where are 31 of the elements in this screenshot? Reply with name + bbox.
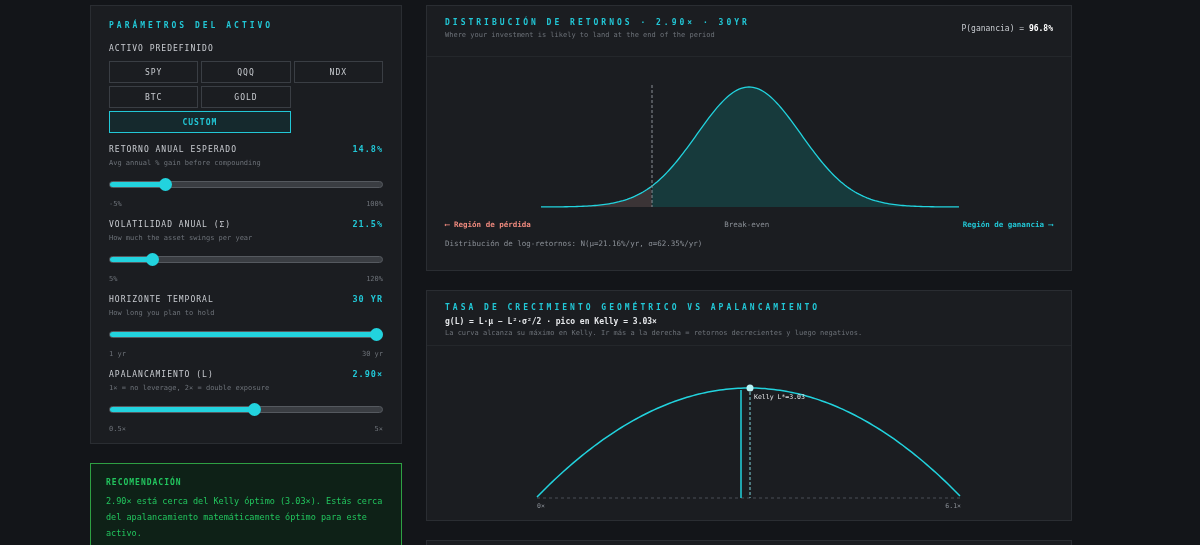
slider-label: RETORNO ANUAL ESPERADO — [109, 145, 237, 154]
slider-thumb[interactable] — [158, 178, 172, 191]
slider-label: HORIZONTE TEMPORAL — [109, 295, 214, 304]
slider-thumb[interactable] — [248, 403, 262, 416]
preset-button[interactable]: SPY — [109, 61, 199, 83]
preset-button[interactable]: GOLD — [201, 86, 291, 108]
slider[interactable] — [109, 328, 383, 341]
preset-button[interactable]: BTC — [109, 86, 199, 108]
slider-thumb[interactable] — [370, 328, 383, 341]
slider-label: APALANCAMIENTO (L) — [109, 370, 214, 379]
preset-button[interactable]: QQQ — [201, 61, 291, 83]
formula-text: g(L) = L·μ − L²·σ²/2 · pico en Kelly = 3.03× — [445, 317, 658, 326]
preset-button[interactable]: CUSTOM — [109, 111, 291, 133]
recommendation-text: 2.90× está cerca del Kelly óptimo (3.03×). Estás cerca del apalancamiento matemáticamente óptimo para este activo. — [106, 495, 384, 540]
probability-text: P(ganancia) = 96.8% — [961, 24, 1053, 35]
chart-title: DISTRIBUCIÓN DE RETORNOS · 2.90× · 30YR — [445, 18, 750, 27]
chart-title: TASA DE CRECIMIENTO GEOMÉTRICO VS APALANCAMIENTO — [445, 303, 822, 312]
slider[interactable] — [109, 253, 383, 266]
preset-button[interactable]: NDX — [293, 61, 383, 83]
panel-title: PARÁMETROS DEL ACTIVO — [109, 21, 275, 30]
slider[interactable] — [109, 403, 383, 416]
slider[interactable] — [109, 178, 383, 191]
slider-thumb[interactable] — [146, 253, 160, 266]
slider-value: 30 YR — [352, 294, 383, 304]
kelly-peak-point — [746, 384, 754, 392]
preset-label: ACTIVO PREDEFINIDO — [109, 44, 215, 53]
slider-value: 14.8% — [352, 144, 383, 154]
slider-value: 21.5% — [352, 219, 383, 229]
recommendation-title: RECOMENDACIÓN — [106, 478, 183, 487]
slider-label: VOLATILIDAD ANUAL (Σ) — [109, 220, 232, 229]
slider-value: 2.90× — [352, 369, 383, 379]
